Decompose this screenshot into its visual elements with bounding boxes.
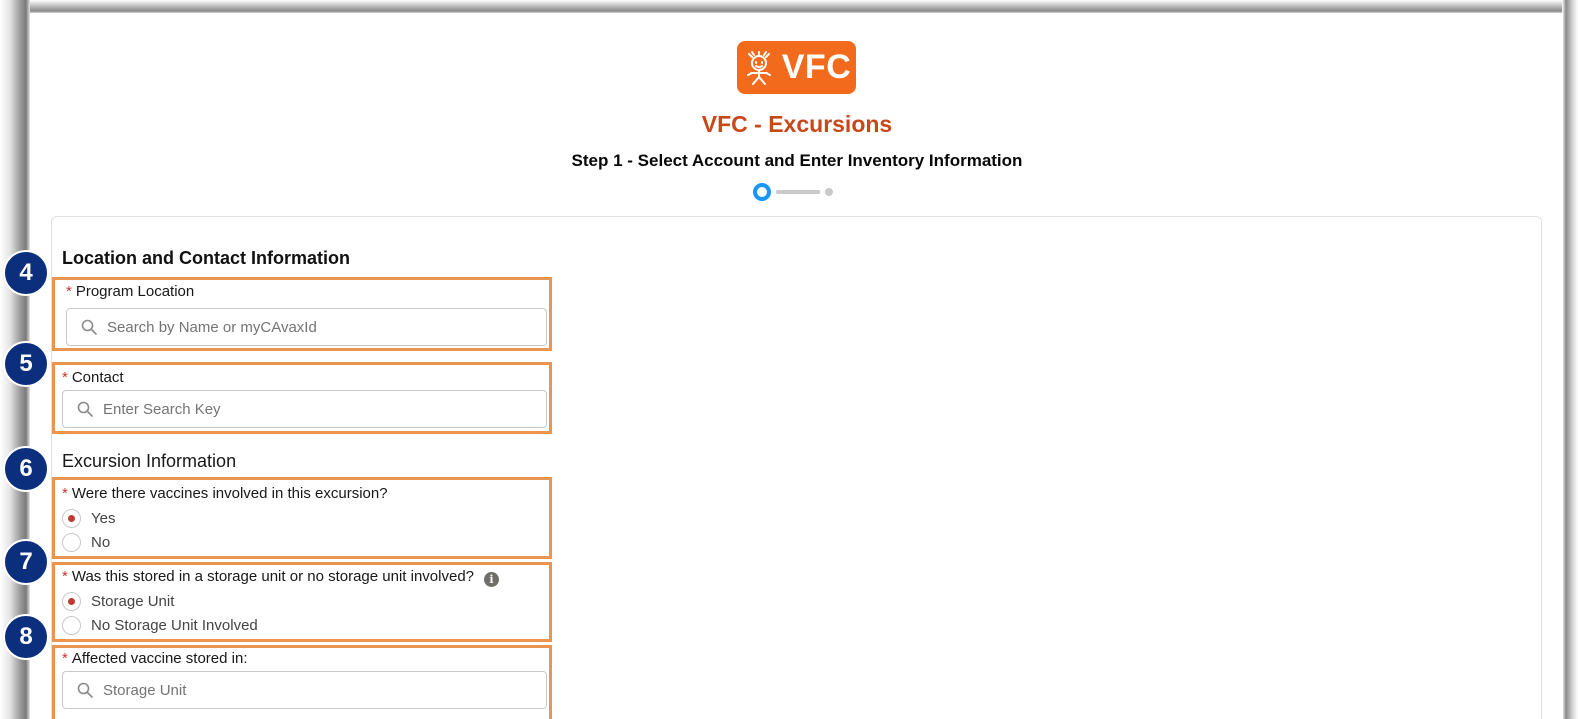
program-location-label: * Program Location [66,283,195,300]
callout-badge-7: 7 [3,539,49,585]
progress-connector [776,190,820,194]
section-title-location: Location and Contact Information [62,248,350,268]
required-marker: * [62,485,68,502]
callout-badge-5: 5 [3,341,49,387]
step-progress-indicator [753,183,843,201]
search-icon [81,319,97,335]
window-shadow-top [0,0,1578,14]
callout-badge-6: 6 [3,446,49,492]
vfc-mascot-icon [746,50,771,85]
progress-step-2[interactable] [825,188,833,196]
storage-unit-placeholder: Storage Unit [103,681,187,699]
required-marker: * [62,650,68,667]
program-location-search-input[interactable]: Search by Name or myCAvaxId [66,308,547,346]
callout-badge-8: 8 [3,614,49,660]
contact-search-input[interactable]: Enter Search Key [62,390,547,428]
search-icon [77,682,93,698]
contact-placeholder: Enter Search Key [103,400,221,418]
vfc-logo: VFC [737,41,856,94]
program-location-placeholder: Search by Name or myCAvaxId [107,318,317,336]
storage-type-label: * Was this stored in a storage unit or no… [62,568,500,587]
no-storage-unit-option[interactable]: No Storage Unit Involved [62,616,258,635]
stored-in-label: * Affected vaccine stored in: [62,650,248,667]
storage-unit-option[interactable]: Storage Unit [62,592,174,611]
radio-no[interactable] [62,533,81,552]
required-marker: * [62,369,68,386]
progress-step-1-current[interactable] [753,183,771,201]
window-shadow-right [1562,0,1578,719]
vaccines-involved-no-option[interactable]: No [62,533,110,552]
required-marker: * [66,283,72,300]
page-title: VFC - Excursions [701,111,893,137]
info-icon[interactable]: i [484,572,500,587]
callout-badge-4: 4 [3,250,49,296]
search-icon [77,401,93,417]
radio-storage-unit[interactable] [62,592,81,611]
radio-no-storage-unit[interactable] [62,616,81,635]
radio-no-storage-unit-label: No Storage Unit Involved [91,617,258,634]
vaccines-involved-yes-option[interactable]: Yes [62,509,115,528]
radio-yes[interactable] [62,509,81,528]
radio-storage-unit-label: Storage Unit [91,593,175,610]
radio-yes-label: Yes [91,510,116,527]
step-title: Step 1 - Select Account and Enter Invent… [571,151,1023,170]
section-title-excursion: Excursion Information [62,451,237,471]
storage-unit-search-input[interactable]: Storage Unit [62,671,547,709]
page: VFC VFC - Excursions Step 1 - Select Acc… [31,13,1563,719]
vaccines-involved-label: * Were there vaccines involved in this ex… [62,485,388,502]
required-marker: * [62,568,68,585]
contact-label: * Contact [62,369,124,386]
logo-text: VFC [781,48,852,86]
radio-no-label: No [91,534,111,551]
